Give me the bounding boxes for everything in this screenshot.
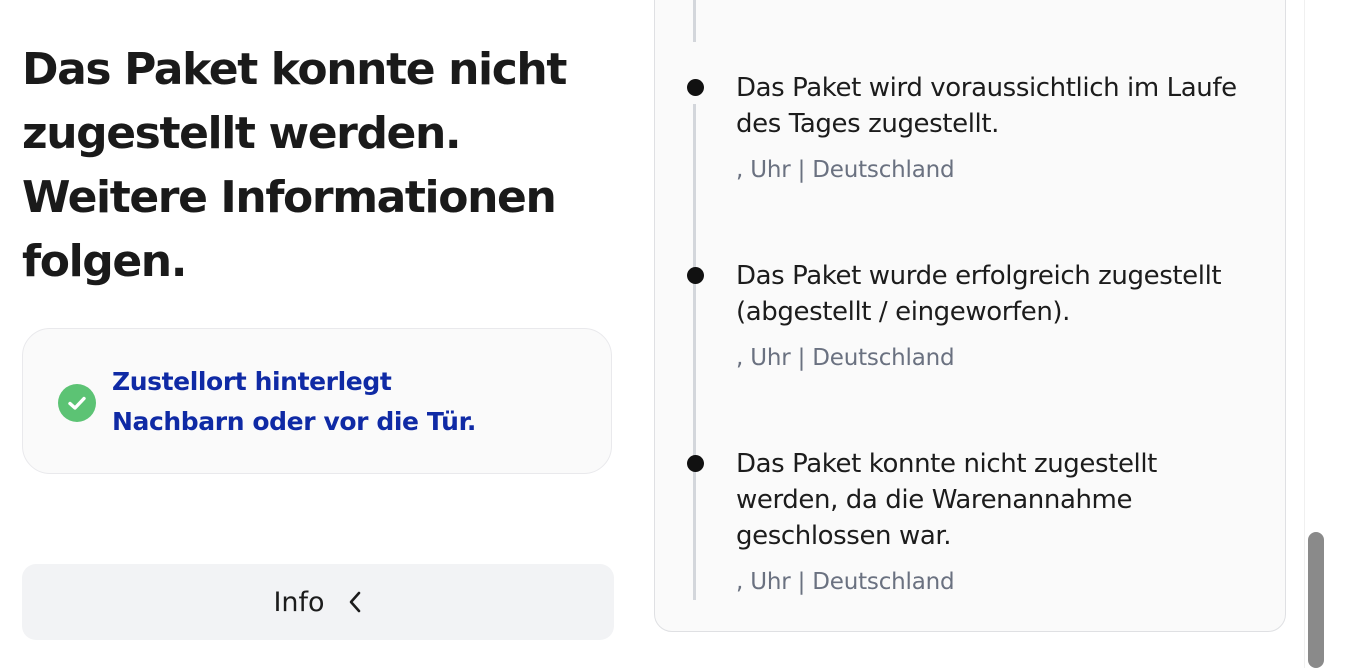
- check-circle-icon: [58, 384, 96, 422]
- timeline-dot: [687, 267, 704, 284]
- timeline-event-text: Das Paket wurde erfolgreich zugestellt (…: [736, 261, 1222, 327]
- info-button-label: Info: [273, 586, 325, 618]
- delivery-preference-title: Zustellort hinterlegt: [112, 367, 392, 396]
- timeline-connector: [693, 0, 696, 42]
- timeline-dot: [687, 455, 704, 472]
- delivery-preference-card: Zustellort hinterlegt Nachbarn oder vor …: [22, 328, 612, 474]
- status-headline: Das Paket konnte nicht zugestellt werden…: [22, 44, 567, 287]
- timeline-event-meta: , Uhr | Deutschland: [736, 345, 955, 371]
- timeline-dot: [687, 79, 704, 96]
- timeline-event-text: Das Paket wird voraussichtlich im Laufe …: [736, 73, 1237, 139]
- timeline-event-meta: , Uhr | Deutschland: [736, 157, 955, 183]
- delivery-preference-detail: Nachbarn oder vor die Tür.: [112, 407, 477, 436]
- timeline-event-text: Das Paket konnte nicht zugestellt werden…: [736, 449, 1157, 551]
- timeline-connector: [693, 104, 696, 600]
- timeline-event-meta: , Uhr | Deutschland: [736, 569, 955, 595]
- info-button[interactable]: Info: [22, 564, 614, 640]
- chevron-left-icon: [347, 590, 363, 614]
- scrollbar-thumb[interactable]: [1308, 532, 1324, 668]
